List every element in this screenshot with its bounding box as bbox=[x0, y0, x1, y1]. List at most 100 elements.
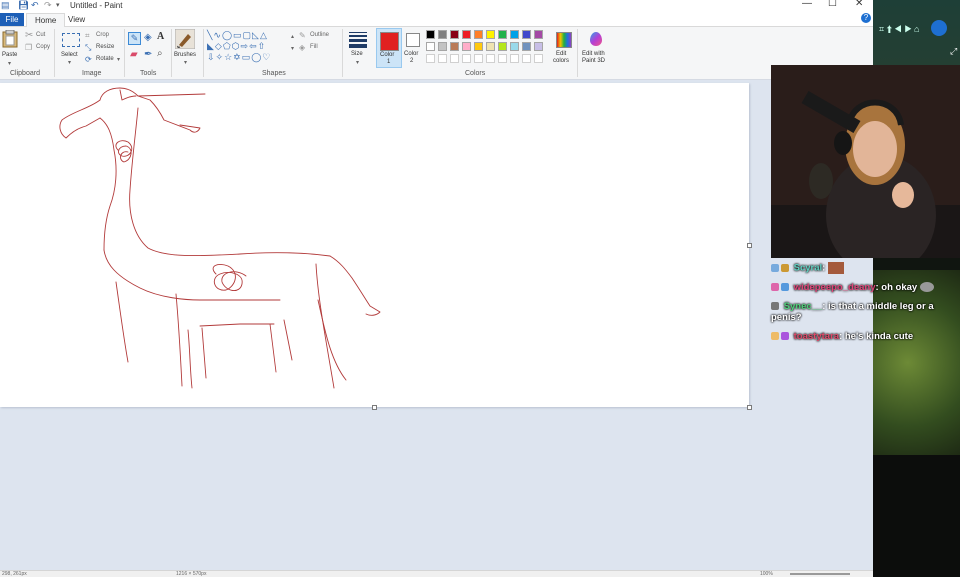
rotate-icon[interactable]: ⟳ bbox=[85, 55, 92, 65]
palette-swatch[interactable] bbox=[498, 42, 507, 51]
copy-icon[interactable]: ❐ bbox=[25, 43, 32, 53]
user-badge-icon bbox=[771, 332, 779, 341]
fill-bucket-icon[interactable]: ◈ bbox=[144, 33, 152, 43]
palette-swatch[interactable] bbox=[486, 42, 495, 51]
chat-username: widepeepo_deany bbox=[793, 282, 876, 293]
color2-button[interactable]: Color 2 bbox=[402, 28, 424, 66]
canvas-resize-handle-corner[interactable] bbox=[747, 405, 752, 410]
palette-swatch[interactable] bbox=[426, 30, 435, 39]
minimize-button[interactable]: — bbox=[802, 0, 812, 9]
fill-button[interactable]: Fill bbox=[310, 44, 318, 50]
user-badge-icon bbox=[771, 302, 779, 311]
palette-swatch[interactable] bbox=[510, 30, 519, 39]
brush-icon bbox=[174, 28, 196, 50]
group-label-tools: Tools bbox=[140, 70, 157, 77]
ribbon-divider bbox=[577, 29, 578, 77]
tab-view[interactable]: View bbox=[60, 13, 93, 26]
palette-swatch[interactable] bbox=[450, 54, 459, 63]
zoom-slider[interactable] bbox=[790, 573, 850, 575]
palette-swatch[interactable] bbox=[486, 54, 495, 63]
edit-colors-button[interactable]: Edit colors bbox=[552, 29, 574, 67]
palette-swatch[interactable] bbox=[534, 42, 543, 51]
palette-swatch[interactable] bbox=[522, 42, 531, 51]
pencil-tool[interactable]: ✎ bbox=[128, 32, 141, 45]
palette-swatch[interactable] bbox=[438, 30, 447, 39]
help-icon[interactable]: ? bbox=[861, 13, 871, 23]
maximize-button[interactable]: ☐ bbox=[828, 0, 837, 9]
edit-with-paint3d-button[interactable]: Edit with Paint 3D bbox=[580, 29, 612, 67]
brushes-button[interactable]: Brushes ▾ bbox=[174, 28, 199, 67]
paste-button[interactable]: Paste ▾ bbox=[2, 29, 20, 68]
palette-swatch[interactable] bbox=[534, 54, 543, 63]
ribbon-tabs: File Home View ? bbox=[0, 12, 873, 27]
palette-swatch[interactable] bbox=[462, 42, 471, 51]
cut-button[interactable]: Cut bbox=[36, 32, 45, 38]
maximize-icon: ⤢ bbox=[950, 46, 958, 56]
drawing-canvas[interactable] bbox=[0, 83, 752, 410]
back bbox=[329, 255, 381, 316]
palette-swatch[interactable] bbox=[534, 30, 543, 39]
color-picker-icon[interactable]: ✒ bbox=[144, 50, 152, 60]
quick-access-dropdown-icon[interactable]: ▾ bbox=[56, 0, 60, 11]
palette-swatch[interactable] bbox=[486, 30, 495, 39]
palette-swatch[interactable] bbox=[426, 42, 435, 51]
save-icon[interactable]: 💾︎ bbox=[18, 0, 29, 11]
palette-swatch[interactable] bbox=[474, 54, 483, 63]
rotate-button[interactable]: Rotate bbox=[96, 56, 114, 62]
fill-icon[interactable]: ◈ bbox=[299, 43, 305, 53]
cut-icon[interactable]: ✂ bbox=[25, 31, 33, 41]
select-button[interactable]: Select ▾ bbox=[60, 30, 82, 66]
user-badge-icon bbox=[771, 264, 779, 272]
outline-button[interactable]: Outline bbox=[310, 32, 329, 38]
color2-swatch bbox=[406, 33, 420, 47]
palette-swatch[interactable] bbox=[474, 30, 483, 39]
palette-swatch[interactable] bbox=[522, 54, 531, 63]
close-button[interactable]: ✕ bbox=[855, 0, 863, 9]
crop-button[interactable]: Crop bbox=[96, 32, 109, 38]
eye-scribble bbox=[115, 140, 133, 163]
palette-swatch[interactable] bbox=[498, 54, 507, 63]
size-button[interactable]: Size ▾ bbox=[347, 31, 369, 67]
palette-swatch[interactable] bbox=[498, 30, 507, 39]
resize-button[interactable]: Resize bbox=[96, 44, 114, 50]
palette-swatch[interactable] bbox=[510, 54, 519, 63]
palette-swatch[interactable] bbox=[510, 42, 519, 51]
palette-swatch[interactable] bbox=[474, 42, 483, 51]
canvas-resize-handle-bottom[interactable] bbox=[372, 405, 377, 410]
palette-swatch[interactable] bbox=[462, 54, 471, 63]
palette-swatch[interactable] bbox=[450, 42, 459, 51]
canvas-resize-handle-right[interactable] bbox=[747, 243, 752, 248]
brushes-dropdown-icon: ▾ bbox=[184, 60, 188, 66]
group-label-shapes: Shapes bbox=[262, 70, 286, 77]
leg-back-inner bbox=[317, 299, 347, 381]
palette-swatch[interactable] bbox=[438, 54, 447, 63]
eraser-icon[interactable]: ▰ bbox=[130, 50, 138, 60]
emote-icon bbox=[827, 262, 844, 274]
palette-swatch[interactable] bbox=[426, 54, 435, 63]
rotate-dropdown-icon[interactable]: ▾ bbox=[117, 56, 120, 63]
taskbar-icons: ⌗ ⬆ ◀ ▶ ⌂ bbox=[879, 24, 920, 34]
tab-file[interactable]: File bbox=[0, 13, 24, 26]
ribbon-divider bbox=[124, 29, 125, 77]
leg-middle bbox=[201, 327, 207, 379]
color1-button[interactable]: Color 1 bbox=[376, 28, 402, 68]
text-tool-icon[interactable]: A bbox=[157, 32, 164, 42]
neck-front bbox=[129, 107, 331, 257]
resize-icon[interactable]: ⤡ bbox=[85, 43, 91, 53]
shapes-scroll-icon[interactable]: ▴ bbox=[291, 33, 294, 40]
palette-swatch[interactable] bbox=[450, 30, 459, 39]
palette-swatch[interactable] bbox=[462, 30, 471, 39]
palette-swatch[interactable] bbox=[522, 30, 531, 39]
magnifier-icon[interactable]: ⌕ bbox=[157, 49, 163, 59]
redo-icon[interactable]: ↷ bbox=[44, 0, 52, 11]
palette-swatch[interactable] bbox=[438, 42, 447, 51]
chat-message: Synec__: is that a middle leg or a penis… bbox=[771, 301, 934, 323]
app-badge-icon bbox=[931, 20, 947, 36]
shapes-scroll-icon[interactable]: ▾ bbox=[291, 45, 294, 52]
outline-icon[interactable]: ✎ bbox=[299, 31, 306, 41]
shapes-gallery[interactable]: ╲∿◯▭▢◺△ ◣◇⬠⬡⇨⇦⇧ ⇩✧☆✡▭◯♡ bbox=[207, 30, 291, 66]
copy-button[interactable]: Copy bbox=[36, 44, 50, 50]
undo-icon[interactable]: ↶ bbox=[31, 0, 39, 11]
crop-icon[interactable]: ⌗ bbox=[85, 31, 90, 41]
edit-colors-label-2: colors bbox=[553, 58, 570, 64]
